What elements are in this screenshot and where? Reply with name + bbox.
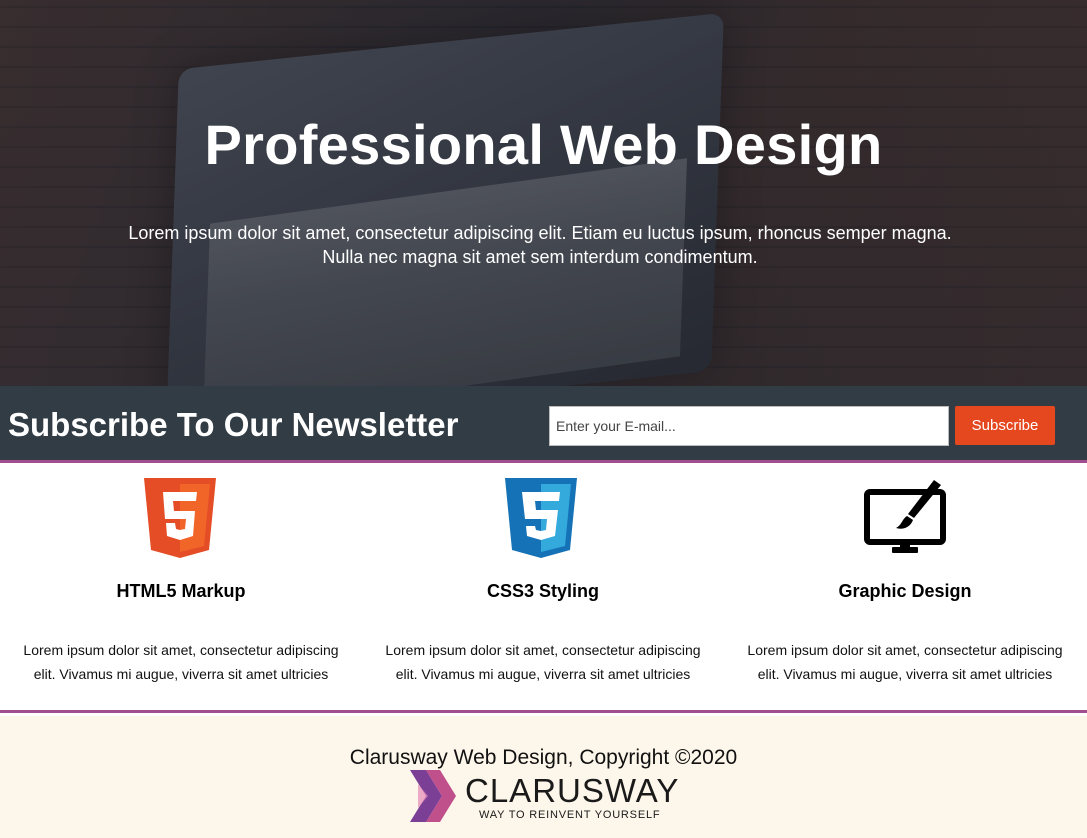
css3-icon — [362, 478, 724, 558]
feature-text: Lorem ipsum dolor sit amet, consectetur … — [23, 642, 339, 682]
subscribe-button[interactable]: Subscribe — [955, 406, 1055, 445]
hero-section: Professional Web Design Lorem ipsum dolo… — [0, 0, 1087, 386]
feature-title: HTML5 Markup — [116, 581, 246, 601]
copyright-text: Clarusway Web Design, Copyright ©2020 — [349, 746, 738, 769]
feature-css3: CSS3 Styling Lorem ipsum dolor sit amet,… — [362, 466, 724, 710]
hero-title: Professional Web Design — [204, 113, 883, 176]
newsletter-heading: Subscribe To Our Newsletter — [8, 406, 459, 443]
feature-text: Lorem ipsum dolor sit amet, consectetur … — [385, 642, 701, 682]
features-section: HTML5 Markup Lorem ipsum dolor sit amet,… — [0, 466, 1087, 713]
feature-title: CSS3 Styling — [486, 581, 600, 601]
logo-tagline: WAY TO REINVENT YOURSELF — [479, 809, 661, 821]
hero-overlay — [0, 0, 1087, 386]
email-input[interactable] — [549, 406, 949, 446]
logo-brand-text: CLARUSWAY — [465, 772, 680, 809]
clarusway-chevron-icon — [410, 770, 456, 822]
monitor-brush-icon — [724, 478, 1086, 558]
clarusway-logo[interactable]: CLARUSWAY WAY TO REINVENT YOURSELF — [408, 770, 678, 824]
footer: Clarusway Web Design, Copyright ©2020 CL… — [0, 716, 1087, 838]
feature-title: Graphic Design — [838, 581, 972, 601]
feature-graphic-design: Graphic Design Lorem ipsum dolor sit ame… — [724, 466, 1086, 710]
hero-description-line-2: Nulla nec magna sit amet sem interdum co… — [322, 247, 758, 267]
newsletter-bar: Subscribe To Our Newsletter Subscribe — [0, 386, 1087, 463]
feature-text: Lorem ipsum dolor sit amet, consectetur … — [747, 642, 1063, 682]
html5-icon — [0, 478, 362, 558]
hero-description-line-1: Lorem ipsum dolor sit amet, consectetur … — [128, 223, 952, 243]
feature-html5: HTML5 Markup Lorem ipsum dolor sit amet,… — [0, 466, 362, 710]
hero-description: Lorem ipsum dolor sit amet, consectetur … — [90, 221, 990, 269]
